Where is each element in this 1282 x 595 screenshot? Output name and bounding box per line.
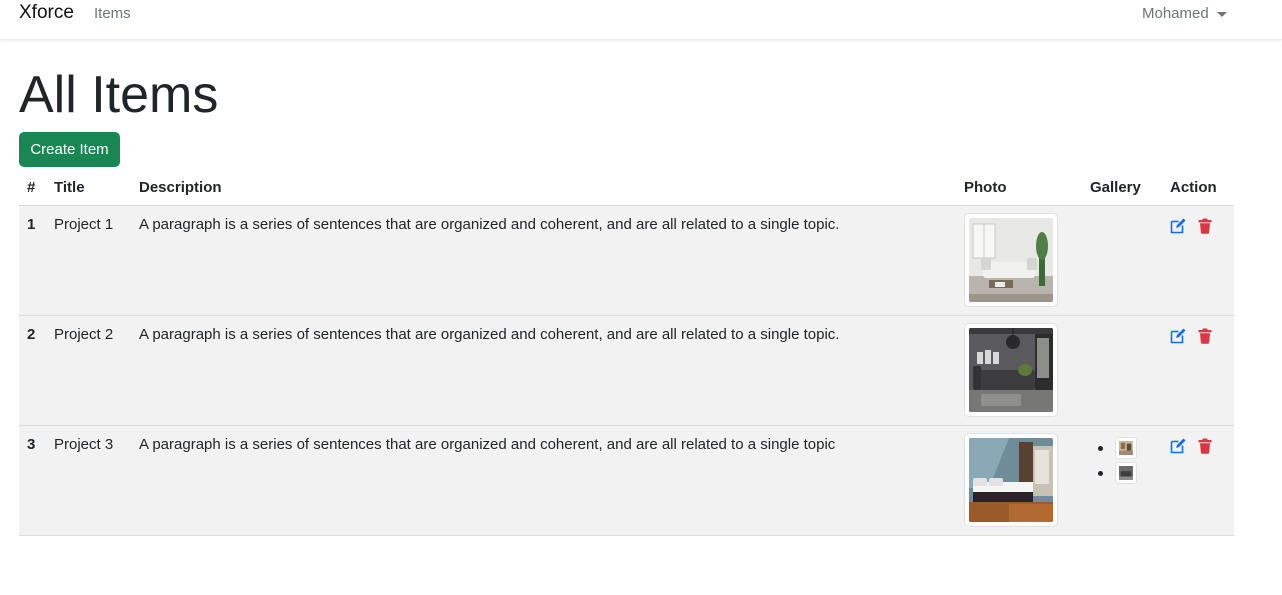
- trash-icon[interactable]: [1197, 328, 1213, 344]
- row-actions-cell: [1162, 425, 1234, 536]
- gallery-thumbnail[interactable]: [1115, 462, 1137, 484]
- row-actions-cell: [1162, 205, 1234, 316]
- row-number: 1: [19, 205, 46, 316]
- bullet-icon: [1098, 470, 1103, 476]
- edit-icon[interactable]: [1170, 438, 1186, 454]
- row-description: A paragraph is a series of sentences tha…: [131, 205, 956, 316]
- row-actions: [1170, 328, 1234, 344]
- brand-link[interactable]: Xforce: [19, 2, 74, 24]
- header-gallery: Gallery: [1082, 171, 1162, 206]
- header-photo: Photo: [956, 171, 1082, 206]
- header-number: #: [19, 171, 46, 206]
- edit-icon[interactable]: [1170, 218, 1186, 234]
- table-row: 3 Project 3 A paragraph is a series of s…: [19, 425, 1234, 536]
- row-title: Project 3: [46, 425, 131, 536]
- photo-thumbnail[interactable]: [964, 322, 1058, 417]
- row-gallery-cell: [1082, 425, 1162, 536]
- row-photo-cell: [956, 205, 1082, 316]
- header-title: Title: [46, 171, 131, 206]
- table-row: 2 Project 2 A paragraph is a series of s…: [19, 315, 1234, 426]
- gallery-item: [1098, 461, 1162, 486]
- living-room-photo: [969, 327, 1053, 412]
- gallery-list: [1098, 436, 1162, 486]
- trash-icon[interactable]: [1197, 218, 1213, 234]
- table-header-row: # Title Description Photo Gallery Action: [19, 171, 1234, 206]
- row-gallery-cell: [1082, 205, 1162, 316]
- trash-icon[interactable]: [1197, 438, 1213, 454]
- row-actions: [1170, 438, 1234, 454]
- photo-thumbnail[interactable]: [964, 432, 1058, 527]
- gallery-image: [1119, 466, 1133, 480]
- row-description: A paragraph is a series of sentences tha…: [131, 425, 956, 536]
- header-action: Action: [1162, 171, 1234, 206]
- bullet-icon: [1098, 445, 1103, 451]
- row-gallery-cell: [1082, 315, 1162, 426]
- user-dropdown[interactable]: Mohamed: [1142, 5, 1227, 22]
- table-row: 1 Project 1 A paragraph is a series of s…: [19, 205, 1234, 316]
- nav-link-items[interactable]: Items: [94, 5, 131, 22]
- bedroom-photo: [969, 437, 1053, 522]
- row-actions: [1170, 218, 1234, 234]
- row-number: 2: [19, 315, 46, 426]
- gallery-image: [1119, 441, 1133, 455]
- photo-thumbnail[interactable]: [964, 212, 1058, 307]
- row-actions-cell: [1162, 315, 1234, 426]
- row-photo-cell: [956, 315, 1082, 426]
- row-title: Project 1: [46, 205, 131, 316]
- row-photo-cell: [956, 425, 1082, 536]
- gallery-item: [1098, 436, 1162, 461]
- create-item-button[interactable]: Create Item: [19, 132, 120, 167]
- navbar: Xforce Items Mohamed: [0, 0, 1282, 40]
- living-room-photo: [969, 217, 1053, 302]
- items-table: # Title Description Photo Gallery Action…: [19, 171, 1234, 536]
- page-title: All Items: [19, 66, 219, 124]
- edit-icon[interactable]: [1170, 328, 1186, 344]
- header-description: Description: [131, 171, 956, 206]
- caret-down-icon: [1216, 12, 1227, 17]
- row-description: A paragraph is a series of sentences tha…: [131, 315, 956, 426]
- row-title: Project 2: [46, 315, 131, 426]
- row-number: 3: [19, 425, 46, 536]
- gallery-thumbnail[interactable]: [1115, 437, 1137, 459]
- user-name: Mohamed: [1142, 5, 1209, 22]
